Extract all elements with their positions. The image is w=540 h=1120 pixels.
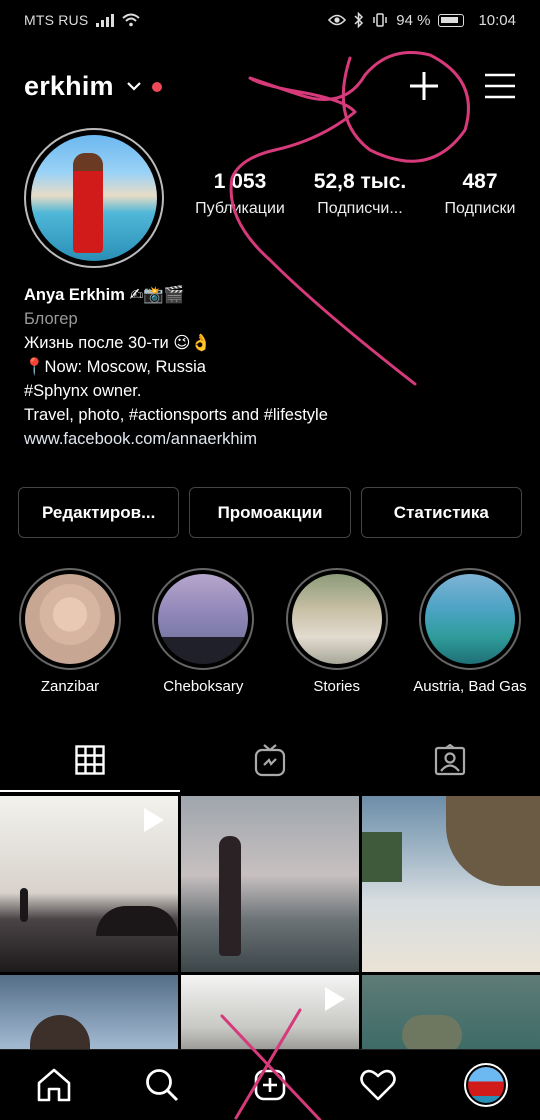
- new-post-plus-icon[interactable]: [408, 70, 440, 102]
- insights-button[interactable]: Статистика: [360, 487, 522, 538]
- highlight-label: Austria, Bad Gas: [413, 678, 527, 695]
- nav-home[interactable]: [0, 1050, 108, 1120]
- bottom-nav: [0, 1049, 540, 1120]
- highlight-cover: [158, 574, 249, 664]
- home-icon: [37, 1068, 71, 1102]
- search-icon: [146, 1069, 179, 1102]
- category-label: Блогер: [24, 310, 78, 328]
- post-thumbnail[interactable]: [0, 796, 178, 972]
- promotions-button[interactable]: Промоакции: [189, 487, 351, 538]
- grid-icon: [75, 745, 105, 775]
- bluetooth-icon: [354, 12, 364, 28]
- igtv-icon: [254, 744, 286, 777]
- following-label: Подписки: [444, 200, 516, 217]
- video-play-icon: [144, 808, 164, 832]
- highlight-cover: [291, 574, 382, 664]
- battery-icon: [438, 13, 465, 27]
- chevron-down-icon[interactable]: [126, 78, 142, 94]
- username[interactable]: erkhim: [24, 71, 114, 102]
- profile-bio: Anya Erkhim ✍📸🎬 Блогер Жизнь после 30-ти…: [24, 283, 524, 451]
- signal-icon: [96, 13, 115, 27]
- profile-avatar-small: [464, 1063, 508, 1107]
- highlight-item[interactable]: Austria, Bad Gas: [413, 568, 527, 695]
- followers-count: 52,8 тыс.: [313, 170, 407, 193]
- bio-link[interactable]: www.facebook.com/annaerkhim: [24, 427, 524, 451]
- stat-following[interactable]: 487 Подписки: [420, 170, 540, 218]
- status-bar: MTS RUS 94 % 10:04: [0, 0, 540, 40]
- add-post-icon: [254, 1069, 286, 1101]
- display-name: Anya Erkhim ✍📸🎬: [24, 286, 185, 304]
- highlight-label: Cheboksary: [163, 678, 244, 695]
- eye-icon: [328, 14, 347, 26]
- stat-posts[interactable]: 1 053 Публикации: [180, 170, 300, 218]
- highlight-cover: [25, 574, 115, 664]
- profile-stats: 1 053 Публикации 52,8 тыс. Подписчи... 4…: [180, 170, 540, 218]
- highlight-cover: [424, 574, 515, 664]
- nav-profile[interactable]: [432, 1050, 540, 1120]
- bio-line: Жизнь после 30-ти 😉👌: [24, 334, 212, 352]
- tab-tagged[interactable]: [360, 728, 540, 792]
- posts-label: Публикации: [195, 200, 285, 217]
- video-play-icon: [325, 987, 345, 1011]
- post-thumbnail[interactable]: [181, 796, 359, 972]
- followers-label: Подписчи...: [317, 200, 403, 217]
- highlight-item[interactable]: Cheboksary: [147, 568, 259, 695]
- stat-followers[interactable]: 52,8 тыс. Подписчи...: [300, 170, 420, 218]
- edit-profile-button[interactable]: Редактиров...: [18, 487, 180, 538]
- notification-dot: [151, 82, 162, 92]
- menu-icon[interactable]: [484, 72, 516, 100]
- battery-percent: 94 %: [396, 11, 431, 29]
- profile-tabs: [0, 728, 540, 792]
- bio-line: Travel, photo, #actionsports and #lifest…: [24, 406, 328, 424]
- highlight-label: Stories: [313, 678, 360, 695]
- clock: 10:04: [478, 11, 516, 29]
- nav-search[interactable]: [108, 1050, 216, 1120]
- carrier-name: MTS RUS: [24, 12, 89, 28]
- profile-avatar[interactable]: [24, 128, 164, 268]
- highlight-item[interactable]: Zanzibar: [14, 568, 126, 695]
- profile-actions: Редактиров... Промоакции Статистика: [18, 487, 522, 538]
- nav-activity[interactable]: [324, 1050, 432, 1120]
- bio-line: #Sphynx owner.: [24, 382, 142, 400]
- posts-count: 1 053: [213, 170, 267, 193]
- profile-photo: [31, 135, 157, 261]
- post-thumbnail[interactable]: [362, 796, 540, 972]
- highlight-item[interactable]: Stories: [281, 568, 393, 695]
- bio-line: 📍Now: Moscow, Russia: [24, 358, 206, 376]
- tab-grid[interactable]: [0, 728, 180, 792]
- highlight-label: Zanzibar: [40, 678, 100, 695]
- story-highlights: Zanzibar Cheboksary Stories Austria, Bad…: [0, 568, 540, 695]
- tab-igtv[interactable]: [180, 728, 360, 792]
- following-count: 487: [462, 170, 498, 193]
- profile-header: erkhim: [0, 56, 540, 116]
- tagged-icon: [434, 744, 466, 776]
- nav-new-post[interactable]: [216, 1050, 324, 1120]
- vibrate-icon: [373, 13, 387, 27]
- heart-icon: [360, 1069, 396, 1101]
- wifi-icon: [122, 13, 141, 27]
